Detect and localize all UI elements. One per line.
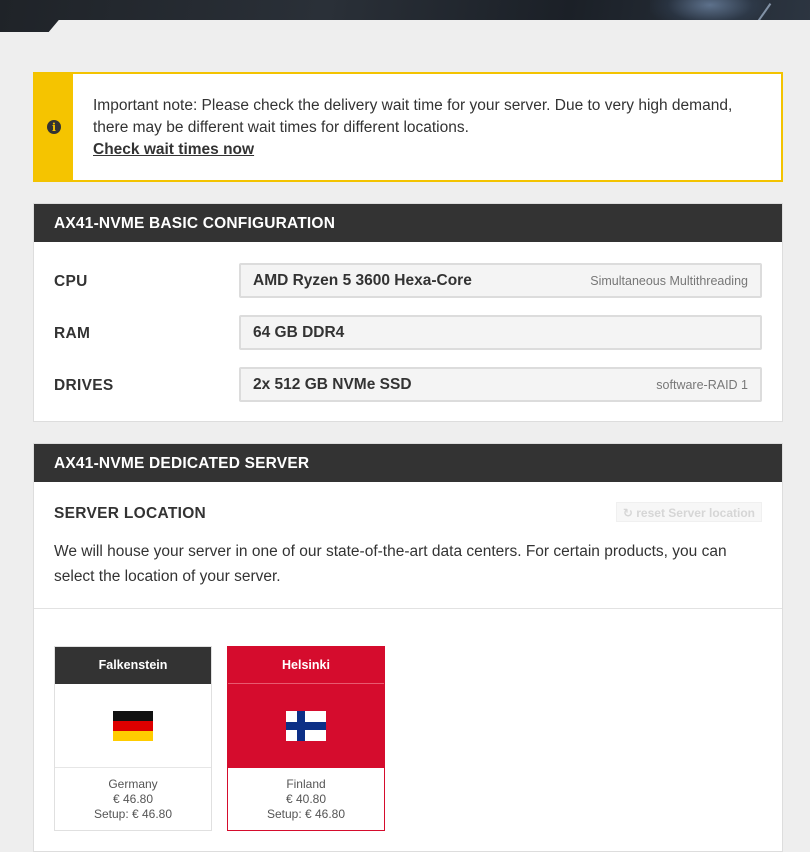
location-setup: Setup: € 46.80 <box>266 807 346 821</box>
basic-configuration-panel: AX41-NVME BASIC CONFIGURATION CPU AMD Ry… <box>33 203 783 422</box>
config-row-ram: RAM 64 GB DDR4 <box>34 315 782 351</box>
reset-location-button[interactable]: ↻ reset Server location <box>615 502 762 522</box>
hero-edge <box>42 20 810 32</box>
location-card-helsinki[interactable]: Helsinki Finland € 40.80 Setup: € 46.80 <box>227 646 385 831</box>
finland-flag-icon <box>286 710 326 741</box>
drives-label: DRIVES <box>54 377 114 394</box>
notice-body: Important note: Please check the deliver… <box>73 74 781 180</box>
location-details: Finland € 40.80 Setup: € 46.80 <box>228 767 384 830</box>
drives-extra: software-RAID 1 <box>656 378 748 392</box>
ram-label: RAM <box>54 325 91 342</box>
location-setup: Setup: € 46.80 <box>93 807 173 821</box>
reset-location-label: reset Server location <box>636 506 755 520</box>
location-country: Finland <box>286 777 326 791</box>
dedicated-server-panel: AX41-NVME DEDICATED SERVER SERVER LOCATI… <box>33 443 783 852</box>
cpu-value: AMD Ryzen 5 3600 Hexa-Core <box>253 272 472 289</box>
flag-area <box>228 684 384 767</box>
flag-area <box>55 684 211 767</box>
location-price: € 40.80 <box>285 792 327 806</box>
drives-value: 2x 512 GB NVMe SSD <box>253 376 412 393</box>
germany-flag-icon <box>113 710 153 741</box>
basic-configuration-title: AX41-NVME BASIC CONFIGURATION <box>34 204 782 242</box>
cpu-field: AMD Ryzen 5 3600 Hexa-Core Simultaneous … <box>239 263 762 298</box>
config-row-cpu: CPU AMD Ryzen 5 3600 Hexa-Core Simultane… <box>34 263 782 299</box>
cpu-label: CPU <box>54 273 88 290</box>
notice-icon-area: i <box>35 74 73 180</box>
divider <box>34 608 782 609</box>
server-location-description: We will house your server in one of our … <box>54 543 727 585</box>
drives-field: 2x 512 GB NVMe SSD software-RAID 1 <box>239 367 762 402</box>
cpu-extra: Simultaneous Multithreading <box>590 274 748 288</box>
location-price: € 46.80 <box>112 792 154 806</box>
location-details: Germany € 46.80 Setup: € 46.80 <box>55 767 211 830</box>
location-country: Germany <box>108 777 158 791</box>
location-city: Falkenstein <box>55 647 211 684</box>
server-location-title: SERVER LOCATION <box>54 505 207 522</box>
hero-banner <box>0 0 810 32</box>
ram-value: 64 GB DDR4 <box>253 324 345 341</box>
info-icon: i <box>47 120 61 134</box>
check-wait-times-link[interactable]: Check wait times now <box>93 139 254 161</box>
config-row-drives: DRIVES 2x 512 GB NVMe SSD software-RAID … <box>34 367 782 403</box>
dedicated-server-title: AX41-NVME DEDICATED SERVER <box>34 444 782 482</box>
location-card-falkenstein[interactable]: Falkenstein Germany € 46.80 Setup: € 46.… <box>54 646 212 831</box>
notice-text: Important note: Please check the deliver… <box>93 97 733 136</box>
ram-field: 64 GB DDR4 <box>239 315 762 350</box>
location-city: Helsinki <box>228 647 384 684</box>
important-notice: i Important note: Please check the deliv… <box>33 72 783 182</box>
refresh-icon: ↻ <box>622 506 633 520</box>
